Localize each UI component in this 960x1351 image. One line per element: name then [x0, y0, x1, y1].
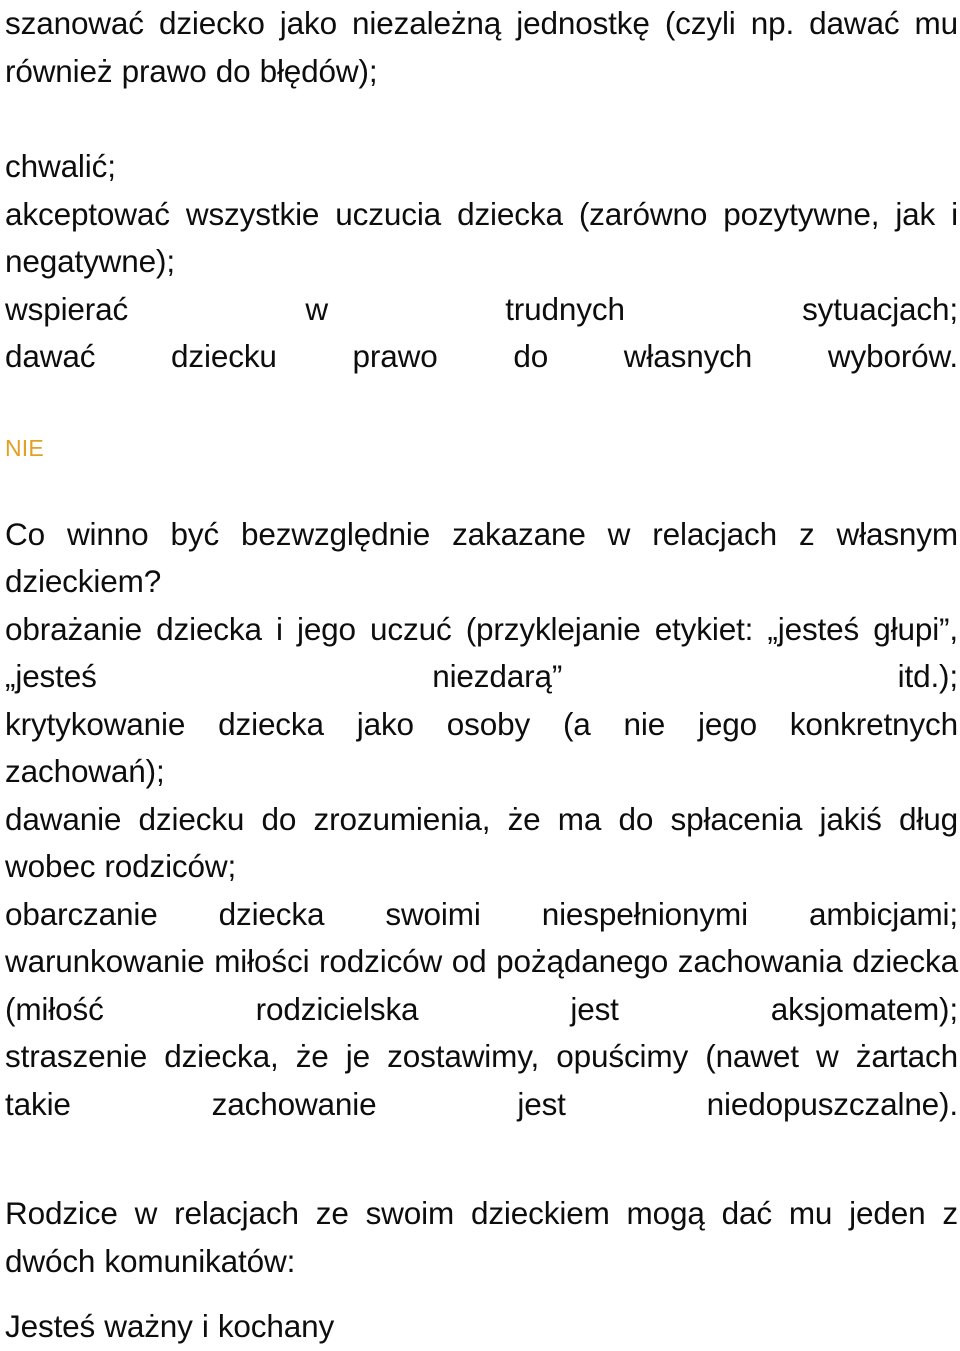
paragraph-respect-child: szanować dziecko jako niezależną jednost…: [5, 5, 958, 89]
paragraph-question-forbidden: Co winno być bezwzględnie zakazane w rel…: [5, 515, 958, 600]
section-spacer-before-nie: [5, 381, 958, 433]
heading-nie: NIE: [5, 434, 44, 461]
section-spacer-before-summary: [5, 1128, 958, 1190]
paragraph-message-important-loved: Jesteś ważny i kochany: [5, 1308, 335, 1344]
paragraph-scaring-child: straszenie dziecka, że je zostawimy, opu…: [5, 1038, 958, 1122]
paragraph-two-messages: Rodzice w relacjach ze swoim dzieckiem m…: [5, 1195, 958, 1279]
paragraph-debt-to-parents: dawanie dziecku do zrozumienia, że ma do…: [5, 800, 958, 885]
section-spacer-after-nie: [5, 463, 958, 511]
paragraph-own-choices: dawać dziecku prawo do własnych wyborów.: [5, 338, 958, 374]
paragraph-support-difficult: wspierać w trudnych sytuacjach;: [5, 290, 958, 327]
paragraph-praise: chwalić;: [5, 148, 116, 184]
paragraph-conditional-love: warunkowanie miłości rodziców od pożądan…: [5, 943, 958, 1027]
paragraph-criticizing-person: krytykowanie dziecka jako osoby (a nie j…: [5, 705, 958, 790]
paragraph-unfulfilled-ambitions: obarczanie dziecka swoimi niespełnionymi…: [5, 895, 958, 932]
spacer-before-message: [5, 1285, 958, 1303]
paragraph-accept-feelings: akceptować wszystkie uczucia dziecka (za…: [5, 195, 958, 280]
document-page: szanować dziecko jako niezależną jednost…: [0, 0, 960, 1344]
paragraph-insulting-child: obrażanie dziecka i jego uczuć (przyklej…: [5, 610, 958, 695]
